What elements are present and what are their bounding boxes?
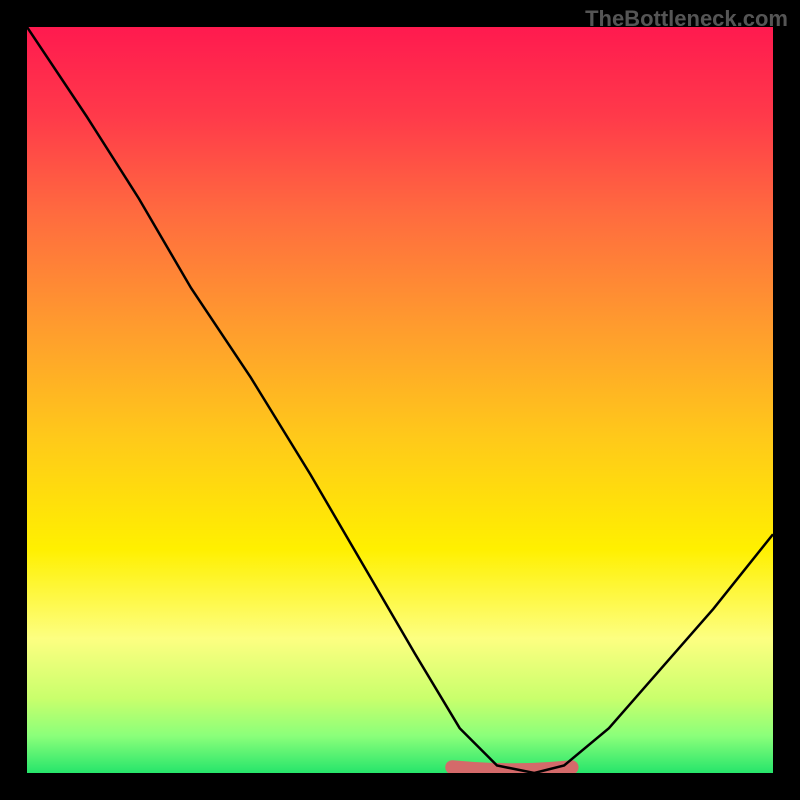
bottleneck-curve — [27, 27, 773, 773]
chart-plot-area — [27, 27, 773, 773]
chart-svg — [27, 27, 773, 773]
watermark-text: TheBottleneck.com — [585, 6, 788, 32]
